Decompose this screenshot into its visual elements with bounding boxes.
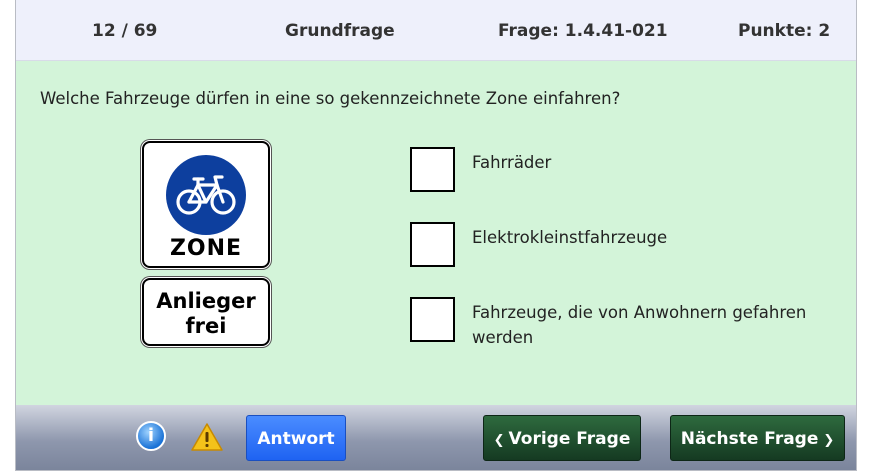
zone-label: ZONE xyxy=(169,236,243,261)
question-points: Punkte: 2 xyxy=(738,21,831,41)
chevron-right-icon: ❯ xyxy=(823,433,835,448)
answer-checkbox-3[interactable] xyxy=(410,297,455,342)
next-question-button[interactable]: Nächste Frage ❯ xyxy=(670,415,845,461)
previous-question-label: Vorige Frage xyxy=(508,429,631,449)
question-panel: 12 / 69 Grundfrage Frage: 1.4.41-021 Pun… xyxy=(15,0,857,471)
answer-label-2[interactable]: Elektrokleinstfahrzeuge xyxy=(472,225,832,250)
question-progress: 12 / 69 xyxy=(92,21,158,41)
supplementary-line-2: frei xyxy=(185,314,227,338)
supplementary-sign: Anlieger frei xyxy=(142,278,270,346)
answer-label-1[interactable]: Fahrräder xyxy=(472,150,832,175)
info-icon[interactable]: i xyxy=(136,421,166,451)
answer-checkbox-2[interactable] xyxy=(410,222,455,267)
question-id: Frage: 1.4.41-021 xyxy=(498,21,668,41)
previous-question-button[interactable]: ❮ Vorige Frage xyxy=(483,415,641,461)
answer-label-3[interactable]: Fahrzeuge, die von Anwohnern gefahren we… xyxy=(472,300,832,350)
bicycle-zone-sign: ZONE xyxy=(142,141,270,268)
answer-checkbox-1[interactable] xyxy=(410,147,455,192)
bicycle-icon xyxy=(176,175,236,215)
question-category: Grundfrage xyxy=(285,21,395,41)
question-text: Welche Fahrzeuge dürfen in eine so geken… xyxy=(40,89,621,108)
footer-toolbar: i Antwort ❮ Vorige Frage Nächste Frage ❯ xyxy=(16,405,856,470)
bicycle-zone-circle xyxy=(166,155,246,235)
chevron-left-icon: ❮ xyxy=(493,433,505,448)
supplementary-line-1: Anlieger xyxy=(156,289,256,313)
next-question-label: Nächste Frage xyxy=(680,429,819,449)
answer-button[interactable]: Antwort xyxy=(246,415,346,461)
warning-triangle-icon[interactable] xyxy=(190,422,224,452)
question-header: 12 / 69 Grundfrage Frage: 1.4.41-021 Pun… xyxy=(16,0,856,61)
